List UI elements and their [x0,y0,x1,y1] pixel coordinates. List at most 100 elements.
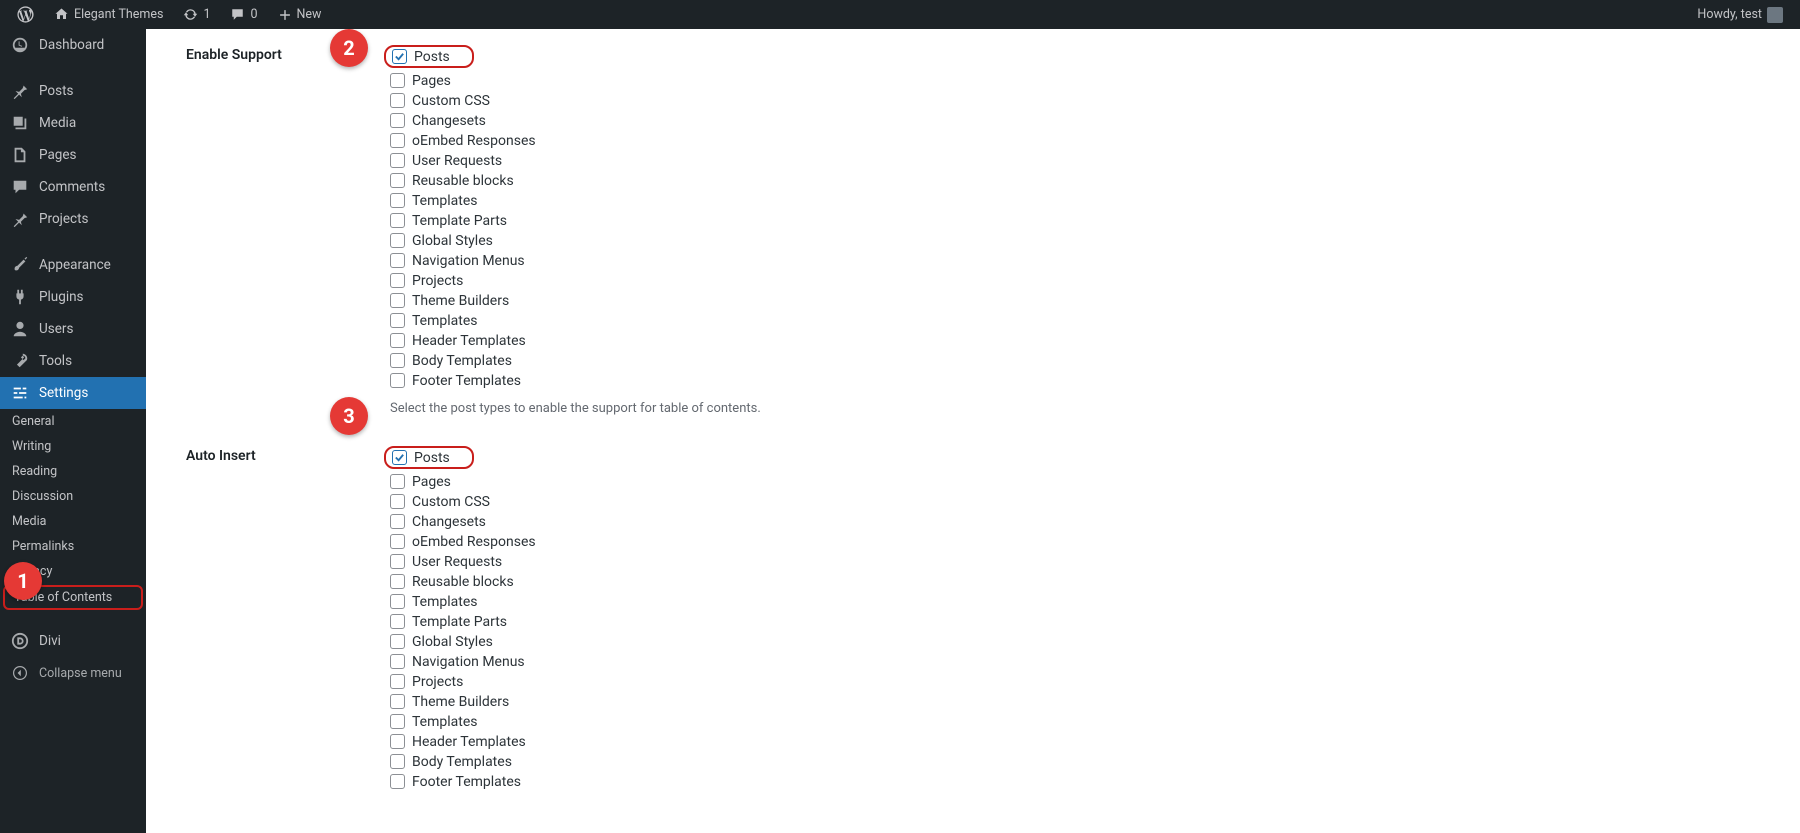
checkbox-template-parts-ai[interactable] [390,614,405,629]
cb-label-user-requests: User Requests [412,154,502,168]
checkbox-custom-css-ai[interactable] [390,494,405,509]
checkbox-template-parts[interactable] [390,213,405,228]
cb-label-projects-ai: Projects [412,675,463,689]
sidebar-item-users[interactable]: Users [0,313,146,345]
cb-label-changesets-ai: Changesets [412,515,486,529]
row-auto-insert: Auto Insert Posts Pages Custom CSS Chang… [186,444,1760,792]
checkbox-nav-menus-ai[interactable] [390,654,405,669]
subitem-permalinks[interactable]: Permalinks [0,534,146,559]
checkbox-oembed[interactable] [390,133,405,148]
checkbox-posts-ai[interactable] [392,450,407,465]
checkbox-nav-menus[interactable] [390,253,405,268]
checkbox-oembed-ai[interactable] [390,534,405,549]
collapse-icon [10,665,30,681]
enable-support-desc: Select the post types to enable the supp… [390,401,1760,416]
row-enable-support: Enable Support Posts Pages Custom CSS Ch… [186,43,1760,416]
avatar [1767,7,1783,23]
checkbox-pages-ai[interactable] [390,474,405,489]
sidebar-item-comments[interactable]: Comments [0,171,146,203]
sidebar-item-divi[interactable]: Divi [0,625,146,657]
projects-icon [10,210,30,228]
sidebar-item-settings[interactable]: Settings [0,377,146,409]
checkbox-header-tmpl[interactable] [390,333,405,348]
checkbox-templates[interactable] [390,193,405,208]
cb-label-footer-tmpl-ai: Footer Templates [412,775,521,789]
checkbox-reusable[interactable] [390,173,405,188]
wp-logo[interactable] [10,6,41,23]
cb-label-templates: Templates [412,194,478,208]
cb-label-nav-menus: Navigation Menus [412,254,525,268]
sidebar-item-plugins[interactable]: Plugins [0,281,146,313]
cb-label-templates-ai: Templates [412,595,478,609]
subitem-general[interactable]: General [0,409,146,434]
subitem-discussion[interactable]: Discussion [0,484,146,509]
cb-label-reusable: Reusable blocks [412,174,514,188]
cb-label-templates2-ai: Templates [412,715,478,729]
checkbox-global-styles[interactable] [390,233,405,248]
cb-label-custom-css-ai: Custom CSS [412,495,490,509]
cb-label-template-parts: Template Parts [412,214,507,228]
checkbox-projects-ai[interactable] [390,674,405,689]
sidebar-label-users: Users [39,321,73,337]
checkbox-templates2-ai[interactable] [390,714,405,729]
highlight-posts: Posts [384,45,474,68]
cb-label-pages: Pages [412,74,451,88]
checkbox-theme-builders[interactable] [390,293,405,308]
checkbox-posts[interactable] [392,49,407,64]
sidebar-label-posts: Posts [39,83,73,99]
checkbox-templates-ai[interactable] [390,594,405,609]
checkbox-footer-tmpl-ai[interactable] [390,774,405,789]
collapse-menu[interactable]: Collapse menu [0,657,146,689]
dashboard-icon [10,36,30,54]
sidebar-item-tools[interactable]: Tools [0,345,146,377]
divi-icon [10,632,30,650]
site-link[interactable]: Elegant Themes [47,7,170,22]
checkbox-user-requests-ai[interactable] [390,554,405,569]
sidebar-item-media[interactable]: Media [0,107,146,139]
sidebar-item-pages[interactable]: Pages [0,139,146,171]
label-enable-support: Enable Support [186,43,390,416]
howdy-link[interactable]: Howdy, test [1690,7,1790,23]
checkbox-templates2[interactable] [390,313,405,328]
subitem-media[interactable]: Media [0,509,146,534]
checkbox-reusable-ai[interactable] [390,574,405,589]
sidebar-item-dashboard[interactable]: Dashboard [0,29,146,61]
checkbox-projects[interactable] [390,273,405,288]
checkbox-changesets-ai[interactable] [390,514,405,529]
admin-topbar: Elegant Themes 1 0 New Howdy, test [0,0,1800,29]
cb-label-template-parts-ai: Template Parts [412,615,507,629]
checkbox-header-tmpl-ai[interactable] [390,734,405,749]
cb-label-global-styles-ai: Global Styles [412,635,493,649]
wrench-icon [10,352,30,370]
sidebar-label-settings: Settings [39,385,88,401]
home-icon [54,7,69,22]
sidebar-item-appearance[interactable]: Appearance [0,249,146,281]
sidebar-label-appearance: Appearance [39,257,111,273]
checkbox-pages[interactable] [390,73,405,88]
auto-insert-body: Posts Pages Custom CSS Changesets oEmbed… [390,444,1760,792]
subitem-writing[interactable]: Writing [0,434,146,459]
checkbox-global-styles-ai[interactable] [390,634,405,649]
subitem-reading[interactable]: Reading [0,459,146,484]
checkbox-changesets[interactable] [390,113,405,128]
comments-link[interactable]: 0 [223,7,264,22]
sidebar-item-posts[interactable]: Posts [0,75,146,107]
new-link[interactable]: New [271,7,329,22]
checkbox-theme-builders-ai[interactable] [390,694,405,709]
checkbox-body-tmpl[interactable] [390,353,405,368]
checkbox-custom-css[interactable] [390,93,405,108]
pages-icon [10,146,30,164]
checkbox-body-tmpl-ai[interactable] [390,754,405,769]
cb-label-nav-menus-ai: Navigation Menus [412,655,525,669]
checkbox-user-requests[interactable] [390,153,405,168]
cb-label-body-tmpl: Body Templates [412,354,512,368]
checkbox-footer-tmpl[interactable] [390,373,405,388]
sidebar-label-projects: Projects [39,211,89,227]
sidebar-item-projects[interactable]: Projects [0,203,146,235]
brush-icon [10,256,30,274]
sidebar-label-plugins: Plugins [39,289,84,305]
updates-link[interactable]: 1 [176,7,217,22]
cb-label-posts-ai: Posts [414,451,450,465]
annotation-circle-1: 1 [4,562,42,600]
plus-icon [278,8,292,22]
